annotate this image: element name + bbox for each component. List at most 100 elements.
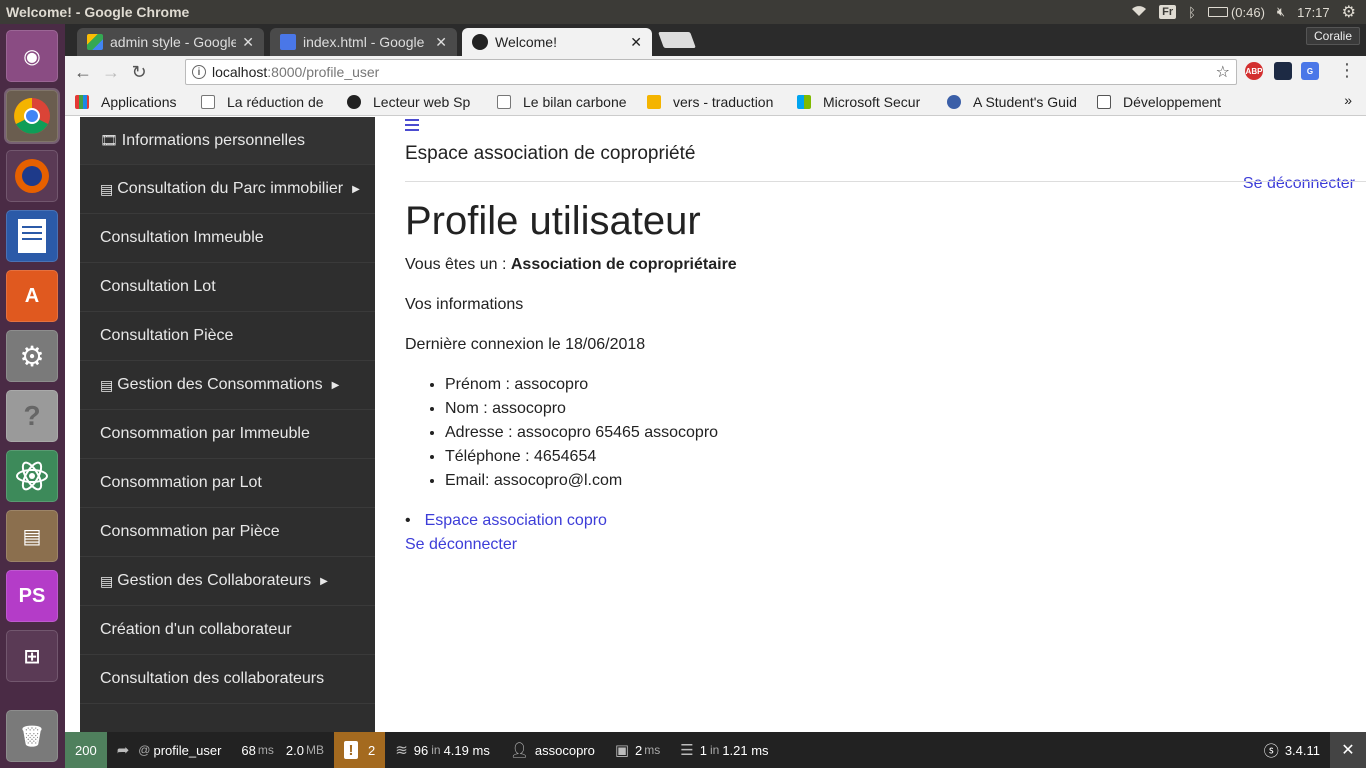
sidebar-menu: 🎞︎ Informations personnelles ▤ Consultat… bbox=[80, 117, 375, 732]
sidebar-item-consultation-parc[interactable]: ▤ Consultation du Parc immobilier ▶ bbox=[80, 165, 375, 214]
sidebar-item-consommation-piece[interactable]: Consommation par Pièce bbox=[80, 508, 375, 557]
wordreference-icon bbox=[647, 94, 661, 109]
last-login: Dernière connexion le 18/06/2018 bbox=[405, 336, 646, 353]
url-host: localhost bbox=[212, 64, 268, 80]
memory-usage[interactable]: 2.0 MB bbox=[284, 732, 334, 768]
bookmark-item[interactable]: Microsoft Secur bbox=[787, 94, 937, 110]
battery-indicator[interactable]: (0:46) bbox=[1207, 5, 1265, 20]
browser-navigation-bar: ← → ↻ i localhost:8000/profile_user ☆ AB… bbox=[65, 56, 1366, 88]
adblock-plus-icon[interactable]: ABP bbox=[1245, 62, 1263, 80]
atom-launcher-icon[interactable] bbox=[6, 450, 58, 502]
sidebar-item-consultation-immeuble[interactable]: Consultation Immeuble bbox=[80, 214, 375, 263]
spotify-icon bbox=[347, 94, 361, 109]
route-info[interactable]: ➦ @ profile_user bbox=[107, 732, 232, 768]
bookmark-item[interactable]: Développement bbox=[1087, 94, 1237, 110]
wifi-icon[interactable] bbox=[1131, 5, 1147, 20]
security-user[interactable]: 👤︎ assocopro bbox=[500, 732, 605, 768]
sidebar-item-consommation-immeuble[interactable]: Consommation par Immeuble bbox=[80, 410, 375, 459]
book-icon: ▤ bbox=[100, 572, 114, 589]
reload-icon[interactable]: ↻ bbox=[125, 62, 153, 83]
caret-right-icon: ▶ bbox=[320, 575, 328, 587]
page-icon bbox=[201, 94, 215, 109]
symfony-debug-toolbar: 200 ➦ @ profile_user 68 ms 2.0 MB ! 2 ≋ … bbox=[65, 732, 1366, 768]
twig-info[interactable]: ≋ 96 in 4.19 ms bbox=[385, 732, 500, 768]
tab-admin-style[interactable]: admin style - Google ✕ bbox=[77, 28, 264, 56]
page-links: • Espace association copro Se déconnecter bbox=[405, 512, 607, 560]
chrome-menu-icon[interactable]: ⋮ bbox=[1333, 60, 1361, 81]
chrome-profile-button[interactable]: Coralie bbox=[1305, 27, 1360, 45]
page-title: Profile utilisateur bbox=[405, 199, 701, 243]
book-icon: ▤ bbox=[100, 180, 114, 197]
route-arrow-icon: ➦ bbox=[116, 742, 130, 759]
keyboard-layout-indicator[interactable]: Fr bbox=[1159, 5, 1177, 19]
form-info[interactable]: ▣ 2 ms bbox=[605, 732, 670, 768]
bullet: • bbox=[405, 512, 411, 529]
trash-launcher-icon[interactable]: 🗑︎ bbox=[6, 710, 58, 762]
address-bar[interactable]: i localhost:8000/profile_user ☆ bbox=[185, 59, 1237, 85]
workspace-switcher-icon[interactable]: ⊞ bbox=[6, 630, 58, 682]
bookmarks-overflow-icon[interactable]: » bbox=[1344, 92, 1352, 108]
dark-extension-icon[interactable] bbox=[1274, 62, 1292, 80]
bookmark-item[interactable]: Le bilan carbone bbox=[487, 94, 637, 110]
clock[interactable]: 17:17 bbox=[1297, 5, 1330, 20]
bookmark-applications[interactable]: Applications bbox=[65, 94, 191, 110]
logs-badge[interactable]: ! 2 bbox=[333, 732, 386, 768]
sidebar-item-consultation-piece[interactable]: Consultation Pièce bbox=[80, 312, 375, 361]
sidebar-item-consultation-collaborateurs[interactable]: Consultation des collaborateurs bbox=[80, 655, 375, 704]
espace-association-link[interactable]: Espace association copro bbox=[425, 512, 607, 529]
windows-icon bbox=[797, 94, 811, 109]
system-gear-icon[interactable]: ⚙ bbox=[1342, 2, 1356, 22]
forward-arrow-icon[interactable]: → bbox=[97, 62, 125, 83]
sidebar-item-consultation-lot[interactable]: Consultation Lot bbox=[80, 263, 375, 312]
form-icon: ▣ bbox=[614, 742, 630, 759]
user-icon: 👤︎ bbox=[509, 742, 529, 759]
sidebar-item-gestion-consommations[interactable]: ▤ Gestion des Consommations ▶ bbox=[80, 361, 375, 410]
logout-link[interactable]: Se déconnecter bbox=[405, 536, 517, 553]
site-brand: Espace association de copropriété bbox=[405, 143, 696, 164]
window-title: Welcome! - Google Chrome bbox=[6, 4, 190, 20]
list-item: Nom : assocopro bbox=[445, 400, 718, 424]
bookmark-star-icon[interactable]: ☆ bbox=[1216, 62, 1230, 82]
close-tab-icon[interactable]: ✕ bbox=[242, 34, 254, 51]
bookmark-item[interactable]: A Student's Guid bbox=[937, 94, 1087, 110]
system-settings-launcher-icon[interactable]: ⚙ bbox=[6, 330, 58, 382]
ubuntu-dash-icon[interactable]: ◉ bbox=[6, 30, 58, 82]
sidebar-item-informations-personnelles[interactable]: 🎞︎ Informations personnelles bbox=[80, 117, 375, 165]
info-heading: Vos informations bbox=[405, 296, 524, 313]
status-code-badge[interactable]: 200 bbox=[65, 732, 107, 768]
chrome-launcher-icon[interactable] bbox=[4, 88, 60, 144]
file-manager-launcher-icon[interactable]: ▤ bbox=[6, 510, 58, 562]
tab-index-html[interactable]: index.html - Google ✕ bbox=[270, 28, 457, 56]
close-tab-icon[interactable]: ✕ bbox=[630, 34, 642, 51]
request-time[interactable]: 68 ms bbox=[231, 732, 283, 768]
firefox-launcher-icon[interactable] bbox=[6, 150, 58, 202]
info-icon[interactable]: i bbox=[192, 65, 206, 79]
sidebar-item-gestion-collaborateurs[interactable]: ▤ Gestion des Collaborateurs ▶ bbox=[80, 557, 375, 606]
symfony-version[interactable]: ⓢ 3.4.11 bbox=[1254, 732, 1330, 768]
close-toolbar-icon[interactable]: ✕ bbox=[1330, 732, 1366, 768]
tab-welcome[interactable]: Welcome! ✕ bbox=[462, 28, 652, 56]
software-center-launcher-icon[interactable]: A bbox=[6, 270, 58, 322]
sidebar-item-consommation-lot[interactable]: Consommation par Lot bbox=[80, 459, 375, 508]
bookmark-item[interactable]: La réduction de bbox=[191, 94, 337, 110]
libreoffice-writer-launcher-icon[interactable] bbox=[6, 210, 58, 262]
new-tab-button[interactable] bbox=[658, 32, 696, 48]
phpstorm-launcher-icon[interactable]: PS bbox=[6, 570, 58, 622]
user-details-list: Prénom : assocopro Nom : assocopro Adres… bbox=[445, 376, 718, 496]
bluetooth-icon[interactable]: ᛒ bbox=[1188, 5, 1196, 20]
sidebar-item-creation-collaborateur[interactable]: Création d'un collaborateur bbox=[80, 606, 375, 655]
close-tab-icon[interactable]: ✕ bbox=[435, 34, 447, 51]
back-arrow-icon[interactable]: ← bbox=[69, 62, 97, 83]
r-icon bbox=[1097, 94, 1111, 109]
hamburger-menu-icon[interactable] bbox=[405, 119, 419, 135]
database-info[interactable]: ☰ 1 in 1.21 ms bbox=[670, 732, 778, 768]
warning-icon: ! bbox=[343, 741, 358, 759]
help-launcher-icon[interactable]: ? bbox=[6, 390, 58, 442]
bookmark-item[interactable]: vers - traduction bbox=[637, 94, 787, 110]
volume-muted-icon[interactable]: 🔇︎ bbox=[1277, 4, 1285, 20]
list-item: Email: assocopro@l.com bbox=[445, 472, 718, 496]
google-translate-icon[interactable]: G bbox=[1301, 62, 1319, 80]
logout-link-top[interactable]: Se déconnecter bbox=[1243, 175, 1355, 193]
bookmark-item[interactable]: Lecteur web Sp bbox=[337, 94, 487, 110]
page-icon bbox=[497, 94, 511, 109]
